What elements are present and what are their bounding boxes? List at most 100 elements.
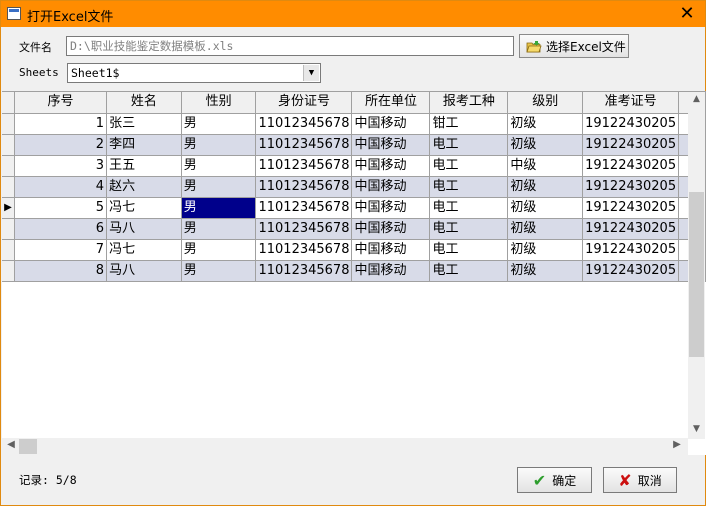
table-cell[interactable]: 2 [14, 134, 108, 156]
table-cell[interactable]: 马八 [106, 260, 182, 282]
table-cell[interactable]: 初级 [507, 260, 584, 282]
data-grid[interactable]: 序号 姓名 性别 身份证号 所在单位 报考工种 级别 准考证号 1 张三男 1101… [2, 91, 706, 455]
table-cell[interactable]: 3 [14, 155, 108, 177]
table-cell[interactable]: 19122430205 [582, 113, 680, 135]
table-cell[interactable]: 19122430205 [582, 134, 680, 156]
table-cell[interactable]: 中国移动 [351, 218, 431, 240]
table-cell[interactable]: 电工 [429, 134, 509, 156]
row-indicator[interactable] [2, 155, 15, 177]
horizontal-scroll-thumb[interactable] [19, 439, 37, 454]
cancel-button[interactable]: ✘ 取消 [603, 467, 677, 493]
column-header[interactable]: 姓名 [106, 92, 182, 114]
table-cell[interactable]: 电工 [429, 155, 509, 177]
row-indicator[interactable] [2, 113, 15, 135]
table-cell[interactable]: 初级 [507, 197, 584, 219]
table-cell[interactable]: 19122430205 [582, 218, 680, 240]
table-cell[interactable]: 电工 [429, 239, 509, 261]
column-header[interactable]: 准考证号 [582, 92, 680, 114]
table-cell[interactable]: 11012345678 [255, 176, 353, 198]
table-cell[interactable]: 中级 [507, 155, 584, 177]
table-cell[interactable]: 男 [181, 218, 257, 240]
table-cell[interactable]: 1 [14, 113, 108, 135]
table-cell[interactable]: 王五 [106, 155, 182, 177]
table-cell[interactable]: 初级 [507, 176, 584, 198]
scroll-right-icon[interactable]: ▶ [670, 439, 684, 450]
sheet-select[interactable]: Sheet1$ ▼ [67, 63, 321, 83]
table-cell[interactable]: 初级 [507, 239, 584, 261]
table-cell[interactable]: 初级 [507, 113, 584, 135]
table-cell[interactable]: 男 [181, 134, 257, 156]
table-cell[interactable]: 中国移动 [351, 260, 431, 282]
table-cell[interactable]: 男 [181, 197, 257, 219]
table-cell[interactable]: 中国移动 [351, 176, 431, 198]
row-indicator[interactable] [2, 239, 15, 261]
table-cell[interactable]: 11012345678 [255, 218, 353, 240]
close-button[interactable]: ✕ [677, 4, 697, 24]
table-cell[interactable]: 中国移动 [351, 197, 431, 219]
table-row[interactable]: 1 张三男 11012345678 中国移动 钳工 初级 19122430205 [2, 113, 706, 135]
scroll-up-icon[interactable]: ▲ [688, 94, 705, 108]
table-cell[interactable]: 赵六 [106, 176, 182, 198]
table-cell[interactable]: 冯七 [106, 239, 182, 261]
table-row[interactable]: 3 王五男 11012345678 中国移动 电工 中级 19122430205 [2, 155, 706, 177]
table-row[interactable]: 2 李四男 11012345678 中国移动 电工 初级 19122430205 [2, 134, 706, 156]
table-cell[interactable]: 李四 [106, 134, 182, 156]
row-indicator[interactable] [2, 260, 15, 282]
table-cell[interactable]: 4 [14, 176, 108, 198]
table-cell[interactable]: 中国移动 [351, 134, 431, 156]
table-cell[interactable]: 19122430205 [582, 260, 680, 282]
table-cell[interactable]: 马八 [106, 218, 182, 240]
column-header[interactable]: 性别 [181, 92, 257, 114]
table-row[interactable]: 7 冯七男 11012345678 中国移动 电工 初级 19122430205 [2, 239, 706, 261]
ok-button[interactable]: ✔ 确定 [517, 467, 592, 493]
table-cell[interactable]: 电工 [429, 176, 509, 198]
table-cell[interactable]: 中国移动 [351, 239, 431, 261]
column-header[interactable]: 身份证号 [255, 92, 353, 114]
table-cell[interactable]: 19122430205 [582, 197, 680, 219]
table-cell[interactable]: 11012345678 [255, 197, 353, 219]
table-cell[interactable]: 冯七 [106, 197, 182, 219]
row-indicator[interactable]: ▶ [2, 197, 15, 219]
table-cell[interactable]: 19122430205 [582, 239, 680, 261]
table-cell[interactable]: 7 [14, 239, 108, 261]
table-row[interactable]: ▶ 5 冯七男 11012345678 中国移动 电工 初级 19122430205 [2, 197, 706, 219]
scroll-left-icon[interactable]: ◀ [4, 439, 18, 450]
table-cell[interactable]: 中国移动 [351, 113, 431, 135]
file-path-input[interactable]: D:\职业技能鉴定数据模板.xls [66, 36, 514, 56]
row-indicator[interactable] [2, 218, 15, 240]
table-cell[interactable]: 中国移动 [351, 155, 431, 177]
table-cell[interactable]: 钳工 [429, 113, 509, 135]
column-header[interactable]: 序号 [14, 92, 108, 114]
column-header[interactable]: 级别 [507, 92, 584, 114]
vertical-scrollbar[interactable]: ▲ ▼ [688, 94, 705, 439]
vertical-scroll-thumb[interactable] [689, 192, 704, 357]
table-cell[interactable]: 张三 [106, 113, 182, 135]
scroll-down-icon[interactable]: ▼ [688, 424, 705, 438]
table-cell[interactable]: 11012345678 [255, 134, 353, 156]
table-cell[interactable]: 8 [14, 260, 108, 282]
table-cell[interactable]: 男 [181, 239, 257, 261]
column-header[interactable]: 报考工种 [429, 92, 509, 114]
table-cell[interactable]: 男 [181, 155, 257, 177]
table-cell[interactable]: 5 [14, 197, 108, 219]
row-indicator[interactable] [2, 134, 15, 156]
table-cell[interactable]: 11012345678 [255, 113, 353, 135]
table-cell[interactable]: 11012345678 [255, 260, 353, 282]
chevron-down-icon[interactable]: ▼ [303, 65, 319, 81]
table-cell[interactable]: 11012345678 [255, 155, 353, 177]
table-cell[interactable]: 电工 [429, 197, 509, 219]
table-cell[interactable]: 电工 [429, 260, 509, 282]
horizontal-scrollbar[interactable]: ◀ ▶ [2, 438, 688, 455]
table-cell[interactable]: 19122430205 [582, 176, 680, 198]
title-bar[interactable]: 打开Excel文件 ✕ [1, 1, 705, 27]
table-cell[interactable]: 初级 [507, 134, 584, 156]
select-excel-button[interactable]: 选择Excel文件 [519, 34, 629, 58]
table-cell[interactable]: 11012345678 [255, 239, 353, 261]
table-cell[interactable]: 19122430205 [582, 155, 680, 177]
table-cell[interactable]: 男 [181, 176, 257, 198]
table-row[interactable]: 6 马八男 11012345678 中国移动 电工 初级 19122430205 [2, 218, 706, 240]
table-cell[interactable]: 男 [181, 260, 257, 282]
table-row[interactable]: 4 赵六男 11012345678 中国移动 电工 初级 19122430205 [2, 176, 706, 198]
table-cell[interactable]: 6 [14, 218, 108, 240]
column-header[interactable]: 所在单位 [351, 92, 431, 114]
